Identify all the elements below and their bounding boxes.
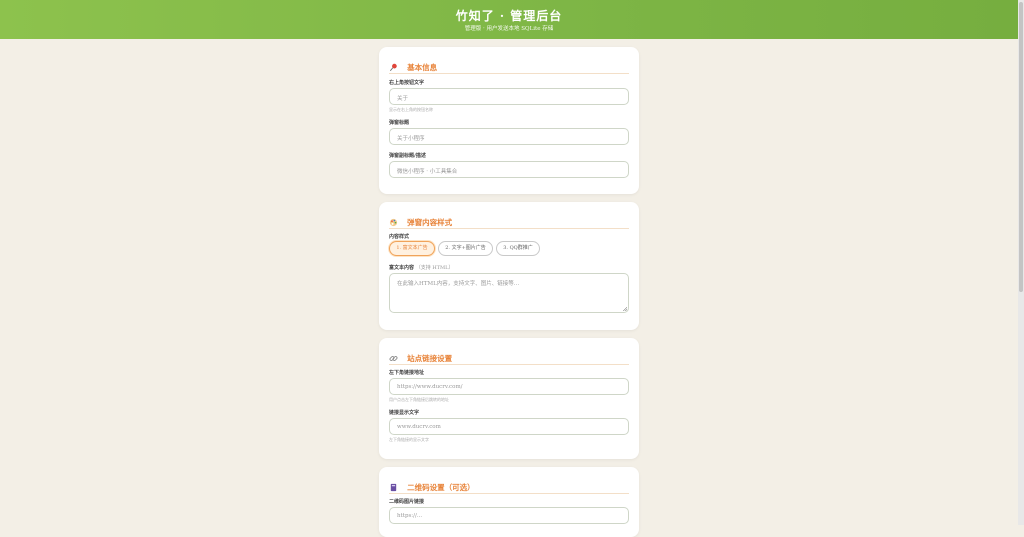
qr-settings-title: 二维码设置（可选） [407, 483, 475, 492]
link-url-label: 左下角链接地址 [389, 370, 425, 376]
link-settings-header: 站点链接设置 [389, 348, 629, 365]
link-icon [389, 356, 398, 361]
rich-text-label-text: 富文本内容 [389, 265, 415, 271]
page-scrollbar[interactable] [1018, 0, 1024, 525]
qr-image-input[interactable]: https://... [389, 507, 629, 524]
rich-text-hint: （支持 HTML） [415, 265, 454, 271]
link-text-label: 链接显示文字 [389, 410, 420, 416]
rich-text-textarea[interactable]: 在此输入HTML内容，支持文字、图片、链接等… [389, 273, 629, 313]
pin-icon [390, 63, 397, 72]
content-style-header: 弹窗内容样式 [389, 212, 629, 229]
qr-settings-header: 二维码设置（可选） [389, 477, 629, 494]
content-style-label: 内容样式 [389, 234, 410, 240]
content-style-title: 弹窗内容样式 [407, 218, 453, 227]
style-option-qq-group[interactable]: 3. QQ群推广 [496, 241, 540, 256]
page-title: 竹知了 · 管理后台 [455, 9, 563, 23]
app-header: 竹知了 · 管理后台 管理版 · 用户发送本地 SQLite 存储 [0, 0, 1018, 39]
basic-info-card: 基本信息 右上角按钮文字 关于 显示在右上角的按钮名称 弹窗标题 关于小程序 弹… [379, 47, 639, 194]
corner-button-help: 显示在右上角的按钮名称 [389, 107, 433, 112]
resize-handle[interactable] [623, 307, 627, 311]
popup-subtitle-input[interactable]: 微信小程序 · 小工具集合 [389, 161, 629, 178]
link-settings-card: 站点链接设置 左下角链接地址 https://www.ducrv.com/ 用户… [379, 338, 639, 459]
rich-text-placeholder: 在此输入HTML内容，支持文字、图片、链接等… [397, 281, 520, 287]
popup-title-label: 弹窗标题 [389, 120, 410, 126]
link-text-input[interactable]: www.ducrv.com [389, 418, 629, 435]
link-settings-title: 站点链接设置 [407, 354, 453, 363]
popup-subtitle-label: 弹窗副标题/描述 [389, 153, 426, 159]
corner-button-input[interactable]: 关于 [389, 88, 629, 105]
palette-icon [389, 218, 398, 227]
content-style-card: 弹窗内容样式 内容样式 1. 富文本广告 2. 文字+图片广告 3. QQ群推广… [379, 202, 639, 330]
scrollbar-thumb[interactable] [1019, 2, 1023, 292]
qr-image-label: 二维码图片链接 [389, 499, 425, 505]
page-subtitle: 管理版 · 用户发送本地 SQLite 存储 [464, 26, 554, 32]
basic-info-title: 基本信息 [407, 63, 438, 72]
popup-title-input[interactable]: 关于小程序 [389, 128, 629, 145]
book-icon [390, 483, 397, 492]
corner-button-label: 右上角按钮文字 [389, 80, 425, 86]
qr-settings-card: 二维码设置（可选） 二维码图片链接 https://... [379, 467, 639, 537]
link-url-help: 用户点击左下角链接后跳转的地址 [389, 397, 449, 402]
rich-text-label: 富文本内容 （支持 HTML） [389, 264, 454, 271]
style-option-text-image[interactable]: 2. 文字+图片广告 [438, 241, 493, 256]
style-option-rich-text[interactable]: 1. 富文本广告 [389, 241, 435, 256]
link-text-help: 左下角链接的显示文字 [389, 437, 429, 442]
link-url-input[interactable]: https://www.ducrv.com/ [389, 378, 629, 395]
basic-info-header: 基本信息 [389, 57, 629, 74]
